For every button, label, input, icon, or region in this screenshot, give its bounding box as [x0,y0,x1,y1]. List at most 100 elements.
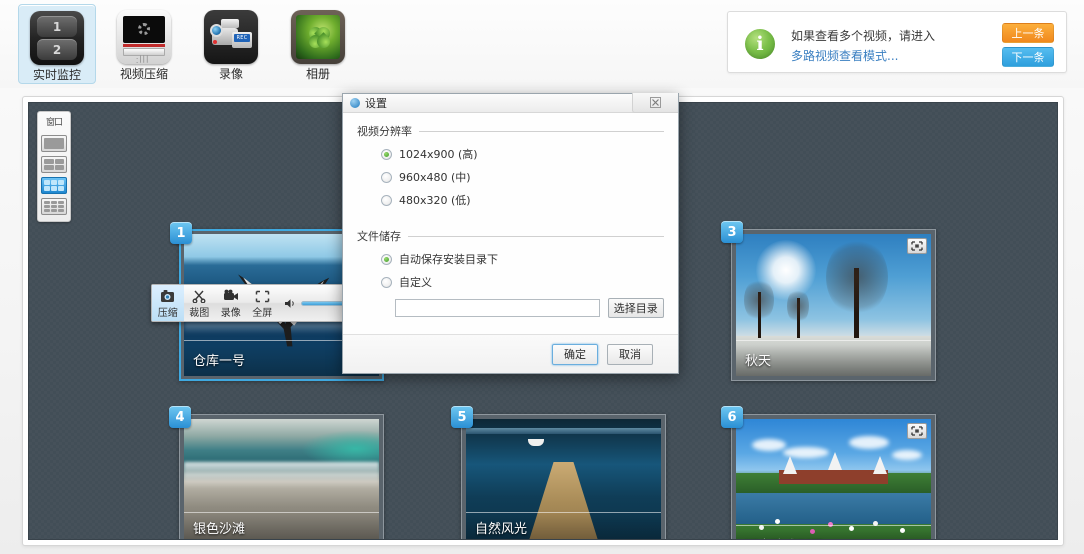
video-caption: 湖中欧式别墅 [736,530,931,540]
video-number-badge: 1 [170,222,192,244]
storage-path-input[interactable] [395,299,600,317]
scissors-icon [192,288,207,307]
fullscreen-icon[interactable] [907,423,927,439]
video-subtitle: 漫步银色沙滩 [193,539,370,540]
spinner-icon [138,23,150,35]
resolution-section-header: 视频分辨率 [357,123,664,139]
video-surface: 自然风光 湖色 [466,419,661,540]
resolution-option-medium[interactable]: 960x480 (中) [381,169,664,185]
villa-spire [783,456,797,474]
video-caption: 秋天 [736,345,931,376]
crop-button[interactable]: 裁图 [184,285,216,321]
video-title: 银色沙滩 [193,518,370,537]
dialog-title: 设置 [365,95,387,111]
resolution-option-low[interactable]: 480x320 (低) [381,192,664,208]
next-notification-button[interactable]: 下一条 [1002,47,1054,67]
horizon-line [466,428,661,434]
cancel-button[interactable]: 取消 [607,344,653,365]
app-tab-label: 相册 [306,67,330,81]
radio-icon [381,254,392,265]
live-cell-2: 2 [37,39,77,60]
video-title: 自然风光 [475,518,652,537]
storage-section-label: 文件储存 [357,228,401,244]
dialog-footer: 确定 取消 [343,334,678,373]
villa-spire [873,456,887,474]
compress-button[interactable]: 压缩 [152,285,184,321]
app-tab-recording[interactable]: REC 录像 [192,4,270,84]
video-compress-icon: ·|||· [117,10,171,64]
section-divider [408,236,664,237]
storage-option-custom[interactable]: 自定义 [381,274,664,290]
camcorder-icon [223,288,239,307]
notification-banner: 如果查看多个视频，请进入 多路视频查看模式... 上一条 下一条 [727,11,1067,73]
app-tab-video-compress[interactable]: ·|||· 视频压缩 [105,4,183,84]
storage-option-label: 自动保存安装目录下 [399,251,498,267]
radio-icon [381,195,392,206]
video-surface: 秋天 [736,234,931,376]
compress-icon [160,288,175,307]
layout-option-6[interactable] [41,177,67,194]
fullscreen-label: 全屏 [252,308,272,319]
app-tab-live-monitor[interactable]: 1 2 实时监控 [18,4,96,84]
app-tab-label: 实时监控 [33,68,81,82]
radio-icon [381,172,392,183]
resolution-option-label: 1024x900 (高) [399,146,478,162]
app-tab-list: 1 2 实时监控 ·|||· 视频压缩 [18,4,357,84]
video-caption: 银色沙滩 漫步银色沙滩 [184,513,379,540]
layout-option-1[interactable] [41,135,67,152]
storage-path-row: 选择目录 [395,298,664,318]
record-button[interactable]: 录像 [215,285,247,321]
close-icon[interactable] [632,93,678,113]
notification-link[interactable]: 多路视频查看模式... [791,47,898,64]
crop-label: 裁图 [189,308,209,319]
notification-text: 如果查看多个视频，请进入 [791,27,935,44]
resolution-section-label: 视频分辨率 [357,123,412,139]
video-title: 湖中欧式别墅 [745,535,922,540]
dots-shape: ·|||· [136,57,152,61]
app-tab-album[interactable]: 相册 [279,4,357,84]
resolution-option-label: 960x480 (中) [399,169,471,185]
fullscreen-icon[interactable] [907,238,927,254]
storage-option-auto[interactable]: 自动保存安装目录下 [381,251,664,267]
radio-icon [381,149,392,160]
settings-icon [350,98,360,108]
tape-shape [221,19,239,28]
video-number-badge: 6 [721,406,743,428]
browse-directory-button[interactable]: 选择目录 [608,298,664,318]
video-number-badge: 5 [451,406,473,428]
resolution-option-high[interactable]: 1024x900 (高) [381,146,664,162]
speaker-icon [284,294,297,313]
scene-villa [736,419,931,540]
top-toolbar: 1 2 实时监控 ·|||· 视频压缩 [0,0,1084,88]
layout-option-9[interactable] [41,198,67,215]
video-number-badge: 4 [169,406,191,428]
live-monitor-icon: 1 2 [30,11,84,65]
section-divider [419,131,664,132]
dialog-body: 视频分辨率 1024x900 (高) 960x480 (中) 480x320 (… [343,113,678,347]
video-caption: 自然风光 湖色 [466,513,661,540]
live-cell-1: 1 [37,16,77,37]
record-button-shape [213,40,217,44]
storage-section-header: 文件储存 [357,228,664,244]
video-tile[interactable]: 自然风光 湖色 5 [461,414,666,540]
clover-photo [296,15,340,59]
layout-selector: 窗口 [37,111,71,222]
video-tile[interactable]: 秋天 3 [731,229,936,381]
ok-button[interactable]: 确定 [552,344,598,365]
application-window: 1 2 实时监控 ·|||· 视频压缩 [0,0,1084,554]
video-tile[interactable]: 银色沙滩 漫步银色沙滩 4 [179,414,384,540]
resolution-option-label: 480x320 (低) [399,192,471,208]
record-label: 录像 [221,308,241,319]
prev-notification-button[interactable]: 上一条 [1002,23,1054,43]
info-icon [745,29,775,59]
monitor-shape: REC [232,32,252,48]
video-number-badge: 3 [721,221,743,243]
camcorder-icon: REC [204,10,258,64]
photo-album-icon [291,10,345,64]
video-tile[interactable]: 湖中欧式别墅 6 [731,414,936,540]
lens-shape [210,24,223,37]
fullscreen-button[interactable]: 全屏 [247,285,279,321]
dialog-title-bar: 设置 [343,94,678,113]
layout-option-4[interactable] [41,156,67,173]
boat-shape [528,439,544,446]
